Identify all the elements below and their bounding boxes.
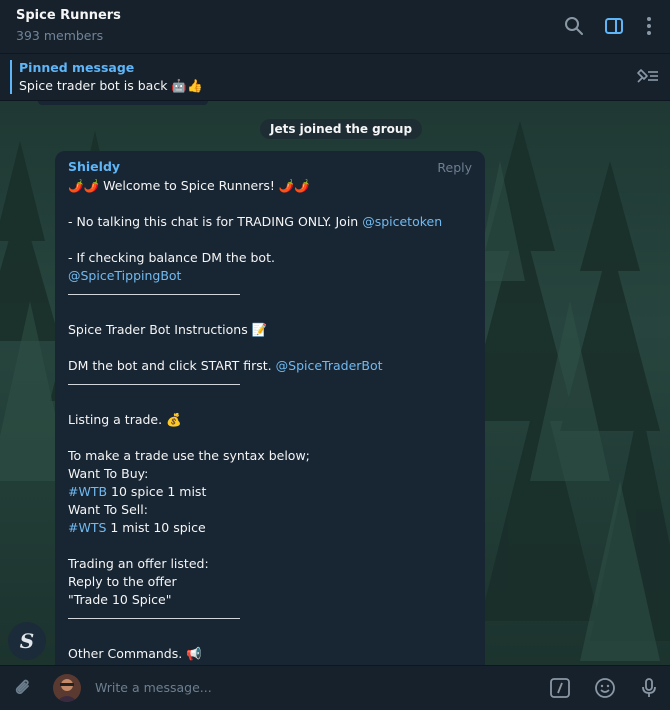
message-line-text: Other Commands. 📢 xyxy=(68,646,202,661)
service-message: Jets joined the group xyxy=(260,119,423,139)
message-line xyxy=(68,627,473,645)
message-line: #WTB 10 spice 1 mist xyxy=(68,483,473,501)
attach-icon[interactable] xyxy=(12,677,34,699)
message-composer: Write a message... xyxy=(0,665,670,710)
message-line-text: - No talking this chat is for TRADING ON… xyxy=(68,214,363,229)
message-line xyxy=(68,303,473,321)
message-line-text: Trading an offer listed: xyxy=(68,556,209,571)
sender-avatar[interactable]: S xyxy=(8,622,46,660)
message-line xyxy=(68,339,473,357)
message-line xyxy=(68,195,473,213)
emoji-icon[interactable] xyxy=(594,677,616,699)
message-line: Want To Sell: xyxy=(68,501,473,519)
message-line: Other Commands. 📢 xyxy=(68,645,473,663)
message-line-text: "Trade 10 Spice" xyxy=(68,592,172,607)
sidebar-toggle-icon[interactable] xyxy=(603,15,625,37)
message-line-text: DM the bot and click START first. xyxy=(68,358,276,373)
message-line-text: To make a trade use the syntax below; xyxy=(68,448,310,463)
message-line: - No talking this chat is for TRADING ON… xyxy=(68,213,473,231)
message-line: - If checking balance DM the bot. xyxy=(68,249,473,267)
message-line xyxy=(68,285,473,303)
sender-name[interactable]: Shieldy xyxy=(68,159,120,174)
pinned-accent-bar xyxy=(10,60,12,94)
microphone-icon[interactable] xyxy=(638,677,660,699)
message-line: Spice Trader Bot Instructions 📝 xyxy=(68,321,473,339)
commands-icon[interactable] xyxy=(549,677,571,699)
member-count: 393 members xyxy=(16,28,104,43)
message-line: #WTS 1 mist 10 spice xyxy=(68,519,473,537)
message-line-text: Listing a trade. 💰 xyxy=(68,412,182,427)
message-line-text: Want To Sell: xyxy=(68,502,148,517)
reply-button[interactable]: Reply xyxy=(437,160,472,175)
message-line: Trading an offer listed: xyxy=(68,555,473,573)
user-avatar[interactable] xyxy=(53,674,81,702)
pinned-text: Spice trader bot is back 🤖👍 xyxy=(19,78,203,93)
message-line: @SpiceTippingBot xyxy=(68,267,473,285)
message-line-text: 10 spice 1 mist xyxy=(107,484,207,499)
message-line xyxy=(68,231,473,249)
message-line-text: Spice Trader Bot Instructions 📝 xyxy=(68,322,268,337)
message-line: DM the bot and click START first. @Spice… xyxy=(68,357,473,375)
message-line: "Trade 10 Spice" xyxy=(68,591,473,609)
message-text: 🌶️🌶️ Welcome to Spice Runners! 🌶️🌶️ - No … xyxy=(68,177,473,663)
separator-line xyxy=(68,618,240,619)
message-line-text: - If checking balance DM the bot. xyxy=(68,250,275,265)
mention-link[interactable]: @SpiceTraderBot xyxy=(276,358,383,373)
message-line-text: Reply to the offer xyxy=(68,574,177,589)
hashtag-link[interactable]: #WTS xyxy=(68,520,106,535)
mention-link[interactable]: @SpiceTippingBot xyxy=(68,268,181,283)
previous-message-edge xyxy=(38,101,208,105)
chat-title: Spice Runners xyxy=(16,8,121,23)
search-icon[interactable] xyxy=(563,15,585,37)
message-line-text: Want To Buy: xyxy=(68,466,149,481)
message-line: 🌶️🌶️ Welcome to Spice Runners! 🌶️🌶️ xyxy=(68,177,473,195)
message-line xyxy=(68,609,473,627)
pinned-list-icon[interactable] xyxy=(634,66,660,86)
hashtag-link[interactable]: #WTB xyxy=(68,484,107,499)
message-line-text: 🌶️🌶️ Welcome to Spice Runners! 🌶️🌶️ xyxy=(68,178,310,193)
message-line: Reply to the offer xyxy=(68,573,473,591)
message-input[interactable]: Write a message... xyxy=(95,680,212,695)
message-line xyxy=(68,429,473,447)
message-line xyxy=(68,375,473,393)
message-line: Listing a trade. 💰 xyxy=(68,411,473,429)
more-vertical-icon[interactable] xyxy=(638,15,660,37)
pinned-message-bar[interactable]: Pinned message Spice trader bot is back … xyxy=(0,54,670,101)
chat-history[interactable]: Jets joined the group Shieldy Reply 🌶️🌶️… xyxy=(0,101,670,665)
message-line-text: 1 mist 10 spice xyxy=(106,520,206,535)
separator-line xyxy=(68,384,240,385)
message-line xyxy=(68,537,473,555)
separator-line xyxy=(68,294,240,295)
message-line xyxy=(68,393,473,411)
message-line: Want To Buy: xyxy=(68,465,473,483)
mention-link[interactable]: @spicetoken xyxy=(362,214,442,229)
pinned-label: Pinned message xyxy=(19,60,135,75)
message-line: To make a trade use the syntax below; xyxy=(68,447,473,465)
message-bubble[interactable]: Shieldy Reply 🌶️🌶️ Welcome to Spice Runn… xyxy=(55,151,485,665)
chat-header[interactable]: Spice Runners 393 members xyxy=(0,0,670,54)
